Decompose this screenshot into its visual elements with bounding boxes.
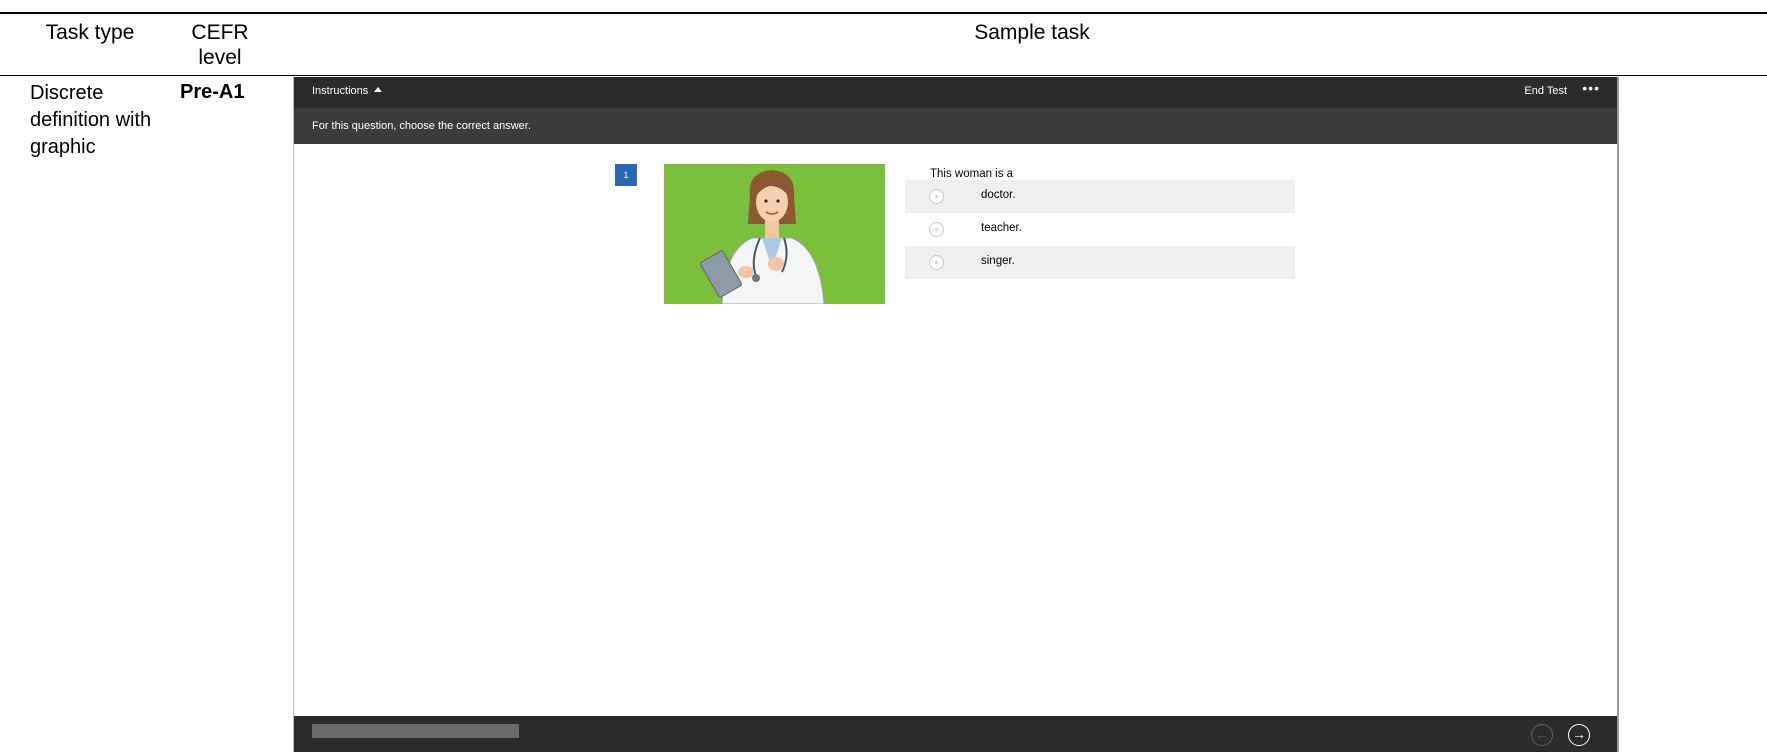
- test-top-bar: Instructions End Test •••: [294, 77, 1617, 108]
- answer-option-c[interactable]: singer.: [905, 246, 1295, 279]
- header-cefr-level: CEFR level: [191, 21, 249, 69]
- radio-button[interactable]: [929, 222, 944, 237]
- arrow-left-circle-icon: ←: [1535, 726, 1549, 742]
- instruction-text: For this question, choose the correct an…: [312, 120, 531, 132]
- header-sample-task: Sample task: [974, 21, 1090, 44]
- instructions-panel: For this question, choose the correct an…: [294, 108, 1617, 144]
- cefr-level-cell: Pre-A1: [180, 81, 245, 103]
- radio-button[interactable]: [929, 189, 944, 204]
- test-bottom-bar: ← →: [294, 716, 1617, 752]
- table-header-rule: [0, 75, 1767, 76]
- end-test-button[interactable]: End Test: [1524, 85, 1567, 97]
- table-top-rule: [0, 12, 1767, 14]
- task-type-cell: Discrete definition with graphic: [30, 82, 152, 158]
- previous-button[interactable]: ←: [1531, 724, 1553, 746]
- question-number-badge: 1: [615, 164, 637, 186]
- more-menu-icon[interactable]: •••: [1582, 80, 1600, 96]
- radio-button[interactable]: [929, 255, 944, 270]
- arrow-right-circle-icon: →: [1572, 726, 1586, 742]
- question-stem: This woman is a: [930, 168, 1014, 180]
- header-task-type: Task type: [45, 21, 135, 44]
- sample-task-screenshot: Instructions End Test ••• For this quest…: [293, 77, 1619, 752]
- answer-option-a[interactable]: doctor.: [905, 180, 1295, 213]
- answer-option-label: teacher.: [981, 222, 1022, 234]
- next-button[interactable]: →: [1568, 724, 1590, 746]
- caret-up-icon: [374, 87, 383, 92]
- progress-bar: [312, 724, 519, 738]
- instructions-toggle[interactable]: Instructions: [312, 85, 383, 97]
- answer-option-label: doctor.: [981, 189, 1016, 201]
- doctor-illustration: [664, 164, 885, 305]
- answer-option-b[interactable]: teacher.: [905, 213, 1295, 246]
- instructions-label: Instructions: [312, 85, 369, 97]
- answer-option-label: singer.: [981, 255, 1015, 267]
